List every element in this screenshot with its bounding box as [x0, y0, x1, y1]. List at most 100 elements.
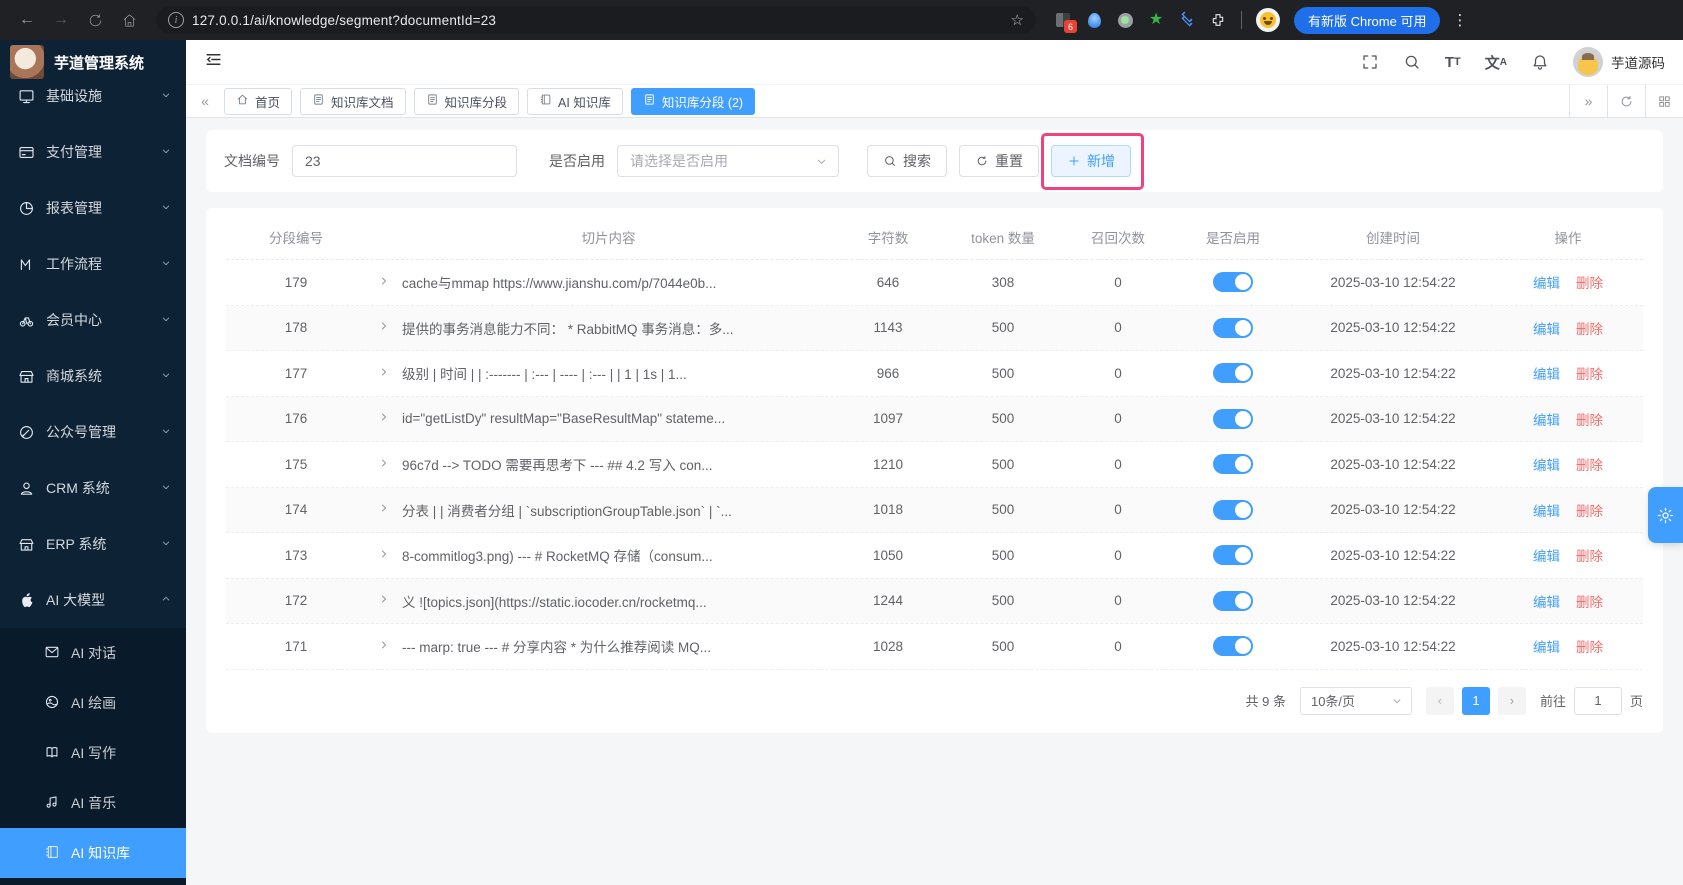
goto-page-input[interactable]: [1573, 686, 1622, 715]
layers-extension-icon[interactable]: [1178, 10, 1196, 29]
page-size-select[interactable]: 10条/页: [1299, 686, 1412, 715]
enabled-filter-select[interactable]: 请选择是否启用: [617, 145, 839, 177]
current-page-button[interactable]: 1: [1461, 686, 1490, 715]
enabled-toggle[interactable]: [1213, 636, 1253, 657]
edit-link[interactable]: 编辑: [1533, 549, 1560, 564]
browser-menu-icon[interactable]: ⋮: [1452, 11, 1468, 29]
settings-drawer-button[interactable]: [1648, 487, 1683, 543]
sidebar-subitem-AI 知识库[interactable]: AI 知识库: [0, 828, 186, 878]
reset-button[interactable]: 重置: [959, 145, 1039, 177]
tab-知识库分段[interactable]: 知识库分段: [413, 87, 520, 115]
sidebar-subitem-AI 音乐[interactable]: AI 音乐: [0, 778, 186, 828]
extension-icon[interactable]: 6: [1054, 11, 1077, 33]
edit-link[interactable]: 编辑: [1533, 413, 1560, 428]
balloon-extension-icon[interactable]: [1085, 11, 1103, 29]
sidebar-item-报表管理[interactable]: 报表管理: [0, 180, 186, 236]
delete-link[interactable]: 删除: [1576, 367, 1603, 382]
enabled-toggle[interactable]: [1213, 408, 1253, 429]
delete-link[interactable]: 删除: [1576, 595, 1603, 610]
search-button[interactable]: 搜索: [867, 145, 947, 177]
next-page-button[interactable]: ›: [1497, 686, 1526, 715]
enabled-toggle[interactable]: [1213, 363, 1253, 384]
url-text[interactable]: 127.0.0.1/ai/knowledge/segment?documentI…: [192, 13, 1003, 28]
sidebar-item-工作流程[interactable]: 工作流程: [0, 236, 186, 292]
edit-link[interactable]: 编辑: [1533, 458, 1560, 473]
fullscreen-icon[interactable]: [1361, 53, 1379, 71]
sidebar-subitem-AI 绘画[interactable]: AI 绘画: [0, 678, 186, 728]
delete-link[interactable]: 删除: [1576, 640, 1603, 655]
tab-首页[interactable]: 首页: [224, 87, 293, 115]
cell-token-count: 500: [991, 502, 1015, 518]
sidebar-item-支付管理[interactable]: 支付管理: [0, 124, 186, 180]
bookmark-star-icon[interactable]: ☆: [1011, 11, 1024, 29]
browser-profile-avatar[interactable]: [1256, 8, 1280, 32]
tab-知识库文档[interactable]: 知识库文档: [300, 87, 406, 115]
enabled-toggle[interactable]: [1213, 545, 1253, 566]
doc-id-input[interactable]: [292, 145, 517, 177]
sidebar-item-AI 大模型[interactable]: AI 大模型: [0, 572, 186, 628]
add-button[interactable]: 新增: [1051, 145, 1131, 177]
font-size-icon[interactable]: TT: [1445, 54, 1461, 71]
enabled-toggle[interactable]: [1213, 454, 1253, 475]
edit-link[interactable]: 编辑: [1533, 595, 1560, 610]
chevron-right-icon[interactable]: [378, 320, 390, 335]
tab-知识库分段 (2)[interactable]: 知识库分段 (2): [630, 87, 756, 115]
extensions-puzzle-icon[interactable]: [1209, 11, 1227, 29]
delete-link[interactable]: 删除: [1576, 549, 1603, 564]
chevron-right-icon[interactable]: [378, 411, 390, 426]
chevron-down-icon: [160, 312, 172, 328]
delete-link[interactable]: 删除: [1576, 322, 1603, 337]
delete-link[interactable]: 删除: [1576, 413, 1603, 428]
chrome-update-button[interactable]: 有新版 Chrome 可用: [1294, 6, 1441, 34]
enabled-toggle[interactable]: [1213, 272, 1253, 293]
tabs-refresh-icon[interactable]: [1607, 85, 1645, 117]
edit-link[interactable]: 编辑: [1533, 276, 1560, 291]
tabs-scroll-left-icon[interactable]: «: [192, 93, 218, 109]
sidebar-item-CRM 系统[interactable]: CRM 系统: [0, 460, 186, 516]
tabs-scroll-right-icon[interactable]: »: [1569, 85, 1607, 117]
chevron-right-icon[interactable]: [378, 457, 390, 472]
enabled-toggle[interactable]: [1213, 590, 1253, 611]
app-logo-row[interactable]: 芋道管理系统: [0, 40, 186, 84]
sidebar-item-会员中心[interactable]: 会员中心: [0, 292, 186, 348]
prev-page-button[interactable]: ‹: [1425, 686, 1454, 715]
tabs-layout-icon[interactable]: [1645, 85, 1683, 117]
sidebar-item-ERP 系统[interactable]: ERP 系统: [0, 516, 186, 572]
browser-back-icon[interactable]: ←: [12, 5, 42, 35]
chevron-right-icon[interactable]: [378, 275, 390, 290]
enabled-toggle[interactable]: [1213, 499, 1253, 520]
user-menu[interactable]: 芋道源码: [1573, 47, 1665, 77]
delete-link[interactable]: 删除: [1576, 458, 1603, 473]
sidebar-fold-icon[interactable]: [204, 50, 223, 74]
edit-link[interactable]: 编辑: [1533, 367, 1560, 382]
chevron-right-icon[interactable]: [378, 639, 390, 654]
site-info-icon[interactable]: i: [168, 12, 184, 28]
search-icon[interactable]: [1403, 53, 1421, 71]
cell-create-time: 2025-03-10 12:54:22: [1330, 320, 1456, 336]
translate-icon[interactable]: 文A: [1485, 52, 1507, 73]
sidebar-item-公众号管理[interactable]: 公众号管理: [0, 404, 186, 460]
chevron-right-icon[interactable]: [378, 502, 390, 517]
sidebar-subitem-AI 对话[interactable]: AI 对话: [0, 628, 186, 678]
browser-forward-icon[interactable]: →: [46, 5, 76, 35]
browser-reload-icon[interactable]: [80, 5, 110, 35]
record-extension-icon[interactable]: [1116, 11, 1134, 29]
enabled-toggle[interactable]: [1213, 317, 1253, 338]
delete-link[interactable]: 删除: [1576, 504, 1603, 519]
sidebar-item-商城系统[interactable]: 商城系统: [0, 348, 186, 404]
delete-link[interactable]: 删除: [1576, 276, 1603, 291]
tab-AI 知识库[interactable]: AI 知识库: [527, 87, 623, 115]
edit-link[interactable]: 编辑: [1533, 322, 1560, 337]
chevron-right-icon[interactable]: [378, 593, 390, 608]
chevron-right-icon[interactable]: [378, 548, 390, 563]
cell-expand: [366, 639, 402, 654]
sidebar-subitem-AI 写作[interactable]: AI 写作: [0, 728, 186, 778]
address-bar[interactable]: i 127.0.0.1/ai/knowledge/segment?documen…: [156, 6, 1036, 34]
browser-home-icon[interactable]: [114, 5, 144, 35]
chevron-right-icon[interactable]: [378, 366, 390, 381]
edit-link[interactable]: 编辑: [1533, 504, 1560, 519]
notification-bell-icon[interactable]: [1531, 53, 1549, 71]
star-extension-icon[interactable]: ★: [1147, 11, 1165, 29]
col-header-recalls: 召回次数: [1091, 230, 1145, 246]
edit-link[interactable]: 编辑: [1533, 640, 1560, 655]
